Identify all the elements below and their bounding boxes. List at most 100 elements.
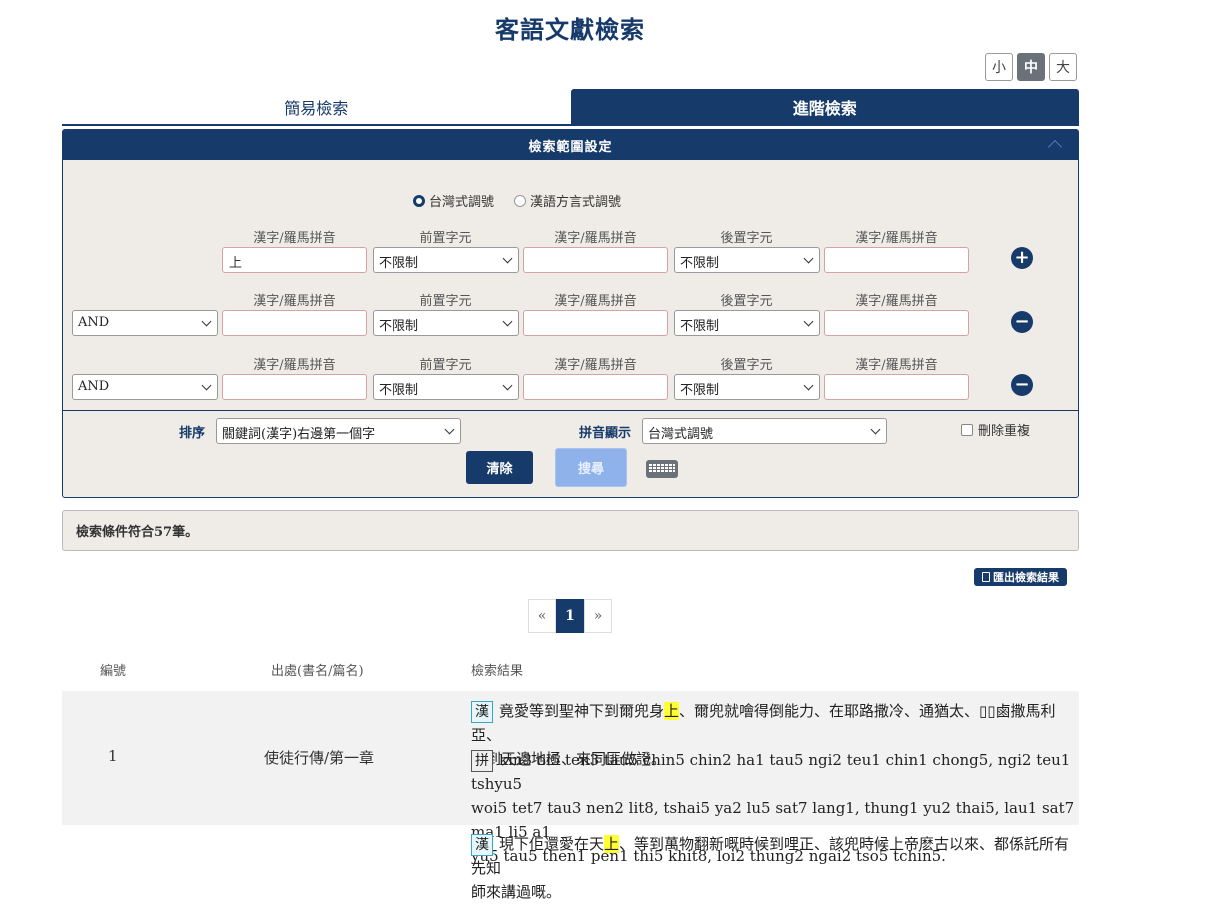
page-title: 客語文獻檢索 bbox=[495, 15, 645, 44]
dedupe-checkbox[interactable]: 刪除重複 bbox=[961, 420, 1030, 439]
chevron-down-icon bbox=[803, 253, 814, 264]
keyword-input-1a[interactable]: 上 bbox=[222, 247, 367, 273]
select-value: 不限制 bbox=[680, 319, 720, 334]
chevron-down-icon bbox=[201, 316, 212, 327]
col-label: 漢字/羅馬拼音 bbox=[855, 231, 938, 246]
han-text-part: 現下佢還愛在天 bbox=[499, 835, 605, 853]
keyword-input-3c[interactable] bbox=[824, 374, 969, 400]
keyword-input-3b[interactable] bbox=[523, 374, 668, 400]
keyword-highlight: 上 bbox=[664, 702, 680, 720]
chevron-down-icon bbox=[803, 380, 814, 391]
page-1-button[interactable]: 1 bbox=[556, 599, 584, 633]
font-size-large-button[interactable]: 大 bbox=[1049, 53, 1077, 81]
font-size-small-button[interactable]: 小 bbox=[985, 53, 1013, 81]
pinyin-display-select[interactable]: 台灣式調號 bbox=[642, 418, 887, 444]
pinyin-display-label: 拼音顯示 bbox=[579, 426, 632, 441]
select-value: 不限制 bbox=[680, 383, 720, 398]
row-number: 1 bbox=[108, 747, 118, 765]
col-label: 漢字/羅馬拼音 bbox=[253, 294, 336, 309]
col-label: 後置字元 bbox=[720, 294, 773, 309]
font-size-medium-button[interactable]: 中 bbox=[1017, 53, 1045, 81]
keyword-input-2c[interactable] bbox=[824, 310, 969, 336]
select-value: AND bbox=[78, 315, 110, 330]
result-han-text: 漢現下佢還愛在天上、等到萬物翻新嘅時候到哩正、該兜時候上帝麽古以來、都係託所有先… bbox=[471, 832, 1081, 904]
chevron-down-icon bbox=[201, 380, 212, 391]
pinyin-line: kin3 oi5 ten3 tau5 chin5 chin2 ha1 tau5 … bbox=[471, 751, 1071, 793]
panel-header[interactable]: 檢索範圍設定 bbox=[63, 130, 1078, 160]
col-label: 漢字/羅馬拼音 bbox=[855, 358, 938, 373]
col-label: 前置字元 bbox=[419, 294, 472, 309]
tone-mark-radio-group: 台灣式調號 漢語方言式調號 bbox=[413, 191, 621, 210]
keyword-highlight: 上 bbox=[604, 835, 620, 853]
pinyin-badge: 拼 bbox=[471, 750, 493, 772]
search-button[interactable]: 搜尋 bbox=[555, 448, 627, 487]
han-text-part: 師來講過嘅。 bbox=[471, 883, 562, 901]
document-icon bbox=[982, 572, 990, 582]
select-value: AND bbox=[78, 379, 110, 394]
han-badge: 漢 bbox=[471, 701, 493, 723]
next-page-button[interactable]: » bbox=[584, 599, 612, 633]
select-value: 關鍵詞(漢字)右邊第一個字 bbox=[222, 427, 376, 442]
keyword-input-2b[interactable] bbox=[523, 310, 668, 336]
tab-simple-search[interactable]: 簡易檢索 bbox=[62, 89, 571, 124]
radio-unchecked-icon bbox=[514, 194, 527, 207]
keyword-input-1b[interactable] bbox=[523, 247, 668, 273]
export-label: 匯出檢索結果 bbox=[993, 571, 1059, 584]
chevron-down-icon bbox=[502, 380, 513, 391]
han-badge: 漢 bbox=[471, 834, 493, 856]
suffix-select-1[interactable]: 不限制 bbox=[674, 247, 820, 273]
font-size-switcher: 小 中 大 bbox=[985, 53, 1077, 81]
row-source[interactable]: 使徒行傳/第一章 bbox=[264, 747, 374, 768]
prefix-select-1[interactable]: 不限制 bbox=[373, 247, 519, 273]
add-row-button[interactable]: + bbox=[1011, 247, 1033, 269]
export-results-button[interactable]: 匯出檢索結果 bbox=[974, 568, 1067, 586]
tab-advanced-search[interactable]: 進階檢索 bbox=[570, 89, 1079, 124]
keyboard-icon[interactable] bbox=[646, 460, 678, 478]
pagination: « 1 » bbox=[528, 599, 612, 633]
col-label: 漢字/羅馬拼音 bbox=[554, 358, 637, 373]
radio-checked-icon bbox=[413, 194, 425, 207]
col-label: 漢字/羅馬拼音 bbox=[855, 294, 938, 309]
suffix-select-2[interactable]: 不限制 bbox=[674, 310, 820, 336]
prev-page-button[interactable]: « bbox=[528, 599, 556, 633]
panel-divider bbox=[63, 410, 1078, 411]
suffix-select-3[interactable]: 不限制 bbox=[674, 374, 820, 400]
radio-chinese-dialect-tone[interactable]: 漢語方言式調號 bbox=[514, 191, 621, 210]
clear-button[interactable]: 清除 bbox=[466, 451, 533, 484]
chevron-down-icon bbox=[870, 424, 881, 435]
col-label: 漢字/羅馬拼音 bbox=[554, 294, 637, 309]
han-text-part: 竟愛等到聖神下到爾兜身 bbox=[499, 702, 665, 720]
col-label: 後置字元 bbox=[720, 231, 773, 246]
radio-taiwan-tone[interactable]: 台灣式調號 bbox=[413, 191, 494, 210]
logic-select-3[interactable]: AND bbox=[72, 374, 218, 400]
select-value: 不限制 bbox=[680, 256, 720, 271]
keyword-input-3a[interactable] bbox=[222, 374, 367, 400]
col-label: 前置字元 bbox=[419, 231, 472, 246]
chevron-up-icon[interactable] bbox=[1047, 139, 1063, 155]
sort-label: 排序 bbox=[179, 426, 206, 441]
remove-row-button[interactable]: − bbox=[1011, 311, 1033, 333]
sort-select[interactable]: 關鍵詞(漢字)右邊第一個字 bbox=[216, 418, 461, 444]
chevron-down-icon bbox=[502, 253, 513, 264]
table-header-source: 出處(書名/篇名) bbox=[271, 664, 364, 679]
chevron-down-icon bbox=[803, 316, 814, 327]
prefix-select-2[interactable]: 不限制 bbox=[373, 310, 519, 336]
prefix-select-3[interactable]: 不限制 bbox=[373, 374, 519, 400]
remove-row-button[interactable]: − bbox=[1011, 374, 1033, 396]
col-label: 前置字元 bbox=[419, 358, 472, 373]
col-label: 漢字/羅馬拼音 bbox=[253, 231, 336, 246]
col-label: 漢字/羅馬拼音 bbox=[253, 358, 336, 373]
result-summary: 檢索條件符合57筆。 bbox=[62, 510, 1079, 551]
chevron-down-icon bbox=[444, 424, 455, 435]
select-value: 不限制 bbox=[379, 383, 419, 398]
keyword-input-1c[interactable] bbox=[824, 247, 969, 273]
col-label: 漢字/羅馬拼音 bbox=[554, 231, 637, 246]
keyword-input-2a[interactable] bbox=[222, 310, 367, 336]
checkbox-label: 刪除重複 bbox=[978, 424, 1031, 439]
select-value: 不限制 bbox=[379, 256, 419, 271]
col-label: 後置字元 bbox=[720, 358, 773, 373]
panel-title: 檢索範圍設定 bbox=[528, 139, 613, 155]
search-tabs: 簡易檢索 進階檢索 bbox=[62, 89, 1079, 126]
select-value: 不限制 bbox=[379, 319, 419, 334]
logic-select-2[interactable]: AND bbox=[72, 310, 218, 336]
